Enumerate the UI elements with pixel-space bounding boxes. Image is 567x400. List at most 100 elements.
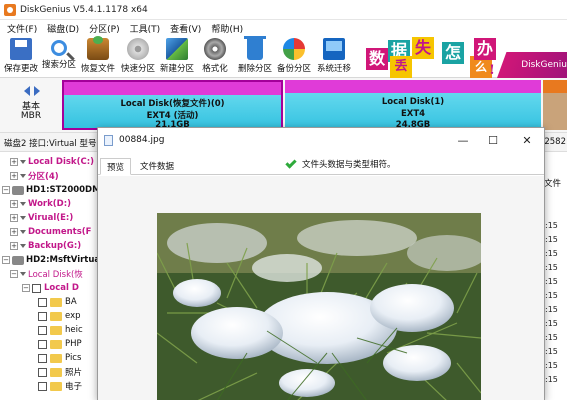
tree-node[interactable]: + Work(D:) bbox=[10, 197, 71, 211]
column-header-file[interactable]: 文件 bbox=[544, 177, 567, 191]
tree-node[interactable]: + 分区(4) bbox=[10, 169, 59, 183]
banner-char: 怎 bbox=[442, 42, 464, 64]
search-icon bbox=[51, 40, 67, 56]
toolbar-label: 保存更改 bbox=[3, 64, 38, 74]
preview-dialog: 00884.jpg — ☐ ✕ 预览 文件数据 文件头数据与类型相符。 bbox=[97, 127, 545, 400]
disk-info-right: 2582 bbox=[544, 137, 566, 147]
new-partition-button[interactable]: 新建分区 bbox=[158, 36, 196, 78]
tree-node[interactable]: + Backup(G:) bbox=[10, 239, 81, 253]
folder-icon bbox=[50, 297, 62, 307]
time-cell: :15 bbox=[545, 319, 558, 328]
checkbox[interactable] bbox=[38, 311, 47, 321]
tree-folder[interactable]: PHP bbox=[38, 337, 82, 351]
menu-disk[interactable]: 磁盘(D) bbox=[42, 22, 84, 35]
menu-view[interactable]: 查看(V) bbox=[165, 22, 206, 35]
tab-preview[interactable]: 预览 bbox=[100, 158, 132, 175]
disk-type-info: 基本 MBR bbox=[0, 78, 62, 132]
tree-node[interactable]: + Documents(F bbox=[10, 225, 91, 239]
tree-node[interactable]: − HD2:MsftVirtual bbox=[2, 253, 99, 267]
expand-icon[interactable]: + bbox=[10, 172, 18, 180]
file-check-status: 文件头数据与类型相符。 bbox=[285, 156, 396, 170]
tree-node[interactable]: − Local Disk(恢 bbox=[10, 267, 83, 281]
menu-bar: 文件(F) 磁盘(D) 分区(P) 工具(T) 查看(V) 帮助(H) bbox=[0, 20, 567, 36]
backup-partition-button[interactable]: 备份分区 bbox=[275, 36, 313, 78]
tree-node[interactable]: + Local Disk(C:) bbox=[10, 155, 94, 169]
time-cell: :15 bbox=[545, 333, 558, 342]
expand-icon[interactable]: + bbox=[10, 228, 18, 236]
time-cell: :15 bbox=[545, 361, 558, 370]
toolbar-label: 删除分区 bbox=[237, 64, 272, 74]
save-changes-button[interactable]: 保存更改 bbox=[2, 36, 40, 78]
menu-file[interactable]: 文件(F) bbox=[2, 22, 42, 35]
collapse-icon[interactable]: − bbox=[10, 270, 18, 278]
tree-node[interactable]: − Local D bbox=[22, 281, 79, 295]
expand-icon[interactable]: + bbox=[10, 200, 18, 208]
tree-folder[interactable]: BA bbox=[38, 295, 77, 309]
disk-icon bbox=[12, 185, 24, 195]
checkbox[interactable] bbox=[38, 381, 47, 391]
checkbox[interactable] bbox=[38, 339, 47, 349]
file-list-edge: 文件 :15 :15 :15 :15 :15 :15 :15 :15 :15 :… bbox=[543, 152, 567, 400]
tree-folder[interactable]: heic bbox=[38, 323, 83, 337]
partition-block[interactable]: Local Disk(恢复文件)(0) EXT4 (活动) 21.1GB bbox=[62, 80, 283, 130]
folder-icon bbox=[50, 311, 62, 321]
tree-folder[interactable]: exp bbox=[38, 309, 81, 323]
disk-info-text: 磁盘2 接口:Virtual 型号 bbox=[4, 139, 97, 149]
tree-node[interactable]: + Virual(E:) bbox=[10, 211, 73, 225]
prev-disk-icon[interactable] bbox=[24, 86, 30, 96]
tree-folder[interactable]: 照片 bbox=[38, 365, 82, 379]
image-file-icon bbox=[104, 135, 113, 146]
time-cell: :15 bbox=[545, 375, 558, 384]
folder-icon bbox=[50, 367, 62, 377]
search-partition-button[interactable]: 搜索分区 bbox=[41, 36, 77, 78]
system-migrate-button[interactable]: 系统迁移 bbox=[315, 36, 353, 78]
expand-icon[interactable]: + bbox=[10, 242, 18, 250]
partition-name: Local Disk(1) bbox=[381, 97, 445, 107]
recover-files-icon bbox=[87, 36, 109, 60]
tree-node[interactable]: − HD1:ST2000DM0 bbox=[2, 183, 99, 197]
partition-block[interactable] bbox=[543, 80, 567, 130]
banner-char: 数 bbox=[366, 48, 388, 70]
next-disk-icon[interactable] bbox=[34, 86, 40, 96]
title-bar: DiskGenius V5.4.1.1178 x64 bbox=[0, 0, 567, 20]
promo-banner[interactable]: 数 据 丢 失 怎 么 办 ! DiskGenius bbox=[364, 36, 567, 78]
menu-tools[interactable]: 工具(T) bbox=[125, 22, 166, 35]
checkbox[interactable] bbox=[32, 283, 41, 293]
tab-file-data[interactable]: 文件数据 bbox=[134, 158, 180, 175]
toolbar: 保存更改 搜索分区 恢复文件 快速分区 新建分区 格式化 删除分区 备份分区 系… bbox=[0, 36, 567, 78]
collapse-icon[interactable]: − bbox=[2, 256, 10, 264]
menu-help[interactable]: 帮助(H) bbox=[206, 22, 248, 35]
disk-tree: + Local Disk(C:) + 分区(4) − HD1:ST2000DM0 + W… bbox=[0, 152, 100, 400]
expand-icon[interactable]: + bbox=[10, 214, 18, 222]
window-title: DiskGenius V5.4.1.1178 x64 bbox=[20, 4, 148, 15]
menu-partition[interactable]: 分区(P) bbox=[84, 22, 124, 35]
checkbox[interactable] bbox=[38, 353, 47, 363]
expand-icon[interactable]: + bbox=[10, 158, 18, 166]
tree-folder[interactable]: Pics bbox=[38, 351, 81, 365]
collapse-icon[interactable]: − bbox=[2, 186, 10, 194]
close-button[interactable]: ✕ bbox=[512, 132, 542, 150]
checkbox[interactable] bbox=[38, 367, 47, 377]
tree-folder[interactable]: 电子 bbox=[38, 379, 82, 393]
delete-partition-button[interactable]: 删除分区 bbox=[236, 36, 274, 78]
status-text: 文件头数据与类型相符。 bbox=[302, 160, 396, 170]
maximize-button[interactable]: ☐ bbox=[478, 132, 508, 150]
checkbox[interactable] bbox=[38, 325, 47, 335]
time-cell: :15 bbox=[545, 263, 558, 272]
checkbox[interactable] bbox=[38, 297, 47, 307]
banner-char: ! bbox=[489, 63, 495, 78]
banner-char: 办 bbox=[474, 38, 496, 60]
minimize-button[interactable]: — bbox=[448, 132, 478, 150]
delete-partition-icon bbox=[244, 36, 266, 60]
recover-files-button[interactable]: 恢复文件 bbox=[79, 36, 117, 78]
partition-block[interactable]: Local Disk(1) EXT4 24.8GB bbox=[285, 80, 541, 130]
collapse-icon[interactable]: − bbox=[22, 284, 30, 292]
quick-partition-button[interactable]: 快速分区 bbox=[119, 36, 157, 78]
format-button[interactable]: 格式化 bbox=[198, 36, 232, 78]
banner-brand: DiskGenius bbox=[497, 52, 567, 78]
folder-icon bbox=[50, 339, 62, 349]
dialog-title-bar[interactable]: 00884.jpg — ☐ ✕ bbox=[98, 128, 544, 154]
format-icon bbox=[204, 38, 226, 60]
time-cell: :15 bbox=[545, 291, 558, 300]
backup-partition-icon bbox=[283, 38, 305, 60]
